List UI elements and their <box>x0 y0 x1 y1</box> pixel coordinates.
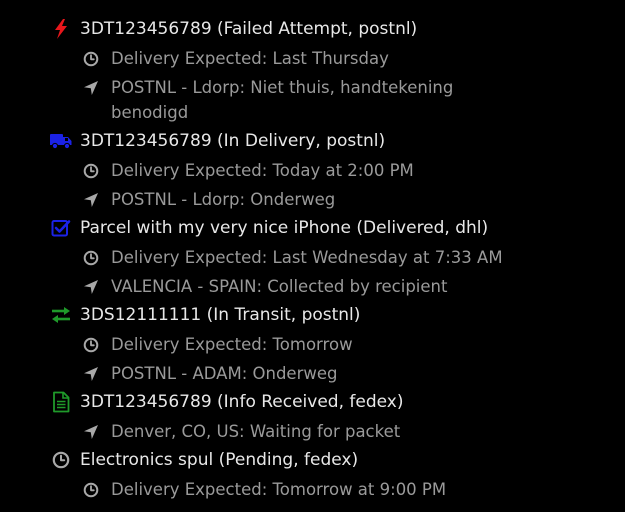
parcel-title: 3DS12111111 (In Transit, postnl) <box>80 305 361 325</box>
location-row: POSTNL - ADAM: Onderweg <box>81 359 480 388</box>
delivery-expected-text: Delivery Expected: Today at 2:00 PM <box>111 161 414 180</box>
parcel-item: 3DT123456789 (Failed Attempt, postnl) De… <box>50 15 480 127</box>
parcel-item: 3DT123456789 (Info Received, fedex) Denv… <box>50 388 480 446</box>
location-row: VALENCIA - SPAIN: Collected by recipient <box>81 272 480 301</box>
parcel-header: Parcel with my very nice iPhone (Deliver… <box>50 214 488 243</box>
parcel-title: 3DT123456789 (Info Received, fedex) <box>80 392 404 412</box>
parcel-header: Electronics spul (Pending, fedex) <box>50 446 480 475</box>
parcel-title: Parcel with my very nice iPhone (Deliver… <box>80 218 489 238</box>
checkbox-icon <box>50 217 72 239</box>
clock-icon <box>81 248 101 268</box>
parcel-header: 3DS12111111 (In Transit, postnl) <box>50 301 480 330</box>
location-arrow-icon <box>81 78 101 98</box>
parcel-title: Electronics spul (Pending, fedex) <box>80 450 359 470</box>
document-icon <box>50 391 72 413</box>
parcel-header: 3DT123456789 (Info Received, fedex) <box>50 388 480 417</box>
location-arrow-icon <box>81 190 101 210</box>
delivery-expected-text: Delivery Expected: Tomorrow <box>111 335 353 354</box>
location-text: Denver, CO, US: Waiting for packet <box>111 422 401 441</box>
location-row: POSTNL - Ldorp: Niet thuis, handtekening… <box>81 73 480 127</box>
clock-icon <box>81 49 101 69</box>
location-text: VALENCIA - SPAIN: Collected by recipient <box>111 277 448 296</box>
parcel-item: Parcel with my very nice iPhone (Deliver… <box>50 214 503 301</box>
clock-icon <box>50 449 72 471</box>
delivery-expected-row: Delivery Expected: Tomorrow at 9:00 PM <box>81 475 480 504</box>
parcel-list: 3DT123456789 (Failed Attempt, postnl) De… <box>50 15 503 504</box>
parcel-item: 3DT123456789 (In Delivery, postnl) Deliv… <box>50 127 480 214</box>
delivery-expected-row: Delivery Expected: Today at 2:00 PM <box>81 156 480 185</box>
delivery-expected-text: Delivery Expected: Tomorrow at 9:00 PM <box>111 480 447 499</box>
clock-icon <box>81 335 101 355</box>
parcel-item: 3DS12111111 (In Transit, postnl) Deliver… <box>50 301 480 388</box>
location-arrow-icon <box>81 277 101 297</box>
parcel-title: 3DT123456789 (Failed Attempt, postnl) <box>80 19 418 39</box>
location-text: POSTNL - Ldorp: Onderweg <box>111 190 336 209</box>
exchange-icon <box>50 304 72 326</box>
parcel-item: Electronics spul (Pending, fedex) Delive… <box>50 446 480 504</box>
truck-icon <box>50 130 72 152</box>
location-arrow-icon <box>81 364 101 384</box>
clock-icon <box>81 480 101 500</box>
parcel-title: 3DT123456789 (In Delivery, postnl) <box>80 131 386 151</box>
delivery-expected-row: Delivery Expected: Last Wednesday at 7:3… <box>81 243 503 272</box>
parcel-header: 3DT123456789 (In Delivery, postnl) <box>50 127 480 156</box>
delivery-expected-row: Delivery Expected: Tomorrow <box>81 330 480 359</box>
location-row: POSTNL - Ldorp: Onderweg <box>81 185 480 214</box>
delivery-expected-text: Delivery Expected: Last Thursday <box>111 49 389 68</box>
clock-icon <box>81 161 101 181</box>
delivery-expected-text: Delivery Expected: Last Wednesday at 7:3… <box>111 248 503 267</box>
location-text: POSTNL - Ldorp: Niet thuis, handtekening… <box>111 78 454 122</box>
delivery-expected-row: Delivery Expected: Last Thursday <box>81 44 480 73</box>
parcel-header: 3DT123456789 (Failed Attempt, postnl) <box>50 15 480 44</box>
location-row: Denver, CO, US: Waiting for packet <box>81 417 480 446</box>
bolt-icon <box>50 18 72 40</box>
location-text: POSTNL - ADAM: Onderweg <box>111 364 338 383</box>
location-arrow-icon <box>81 422 101 442</box>
